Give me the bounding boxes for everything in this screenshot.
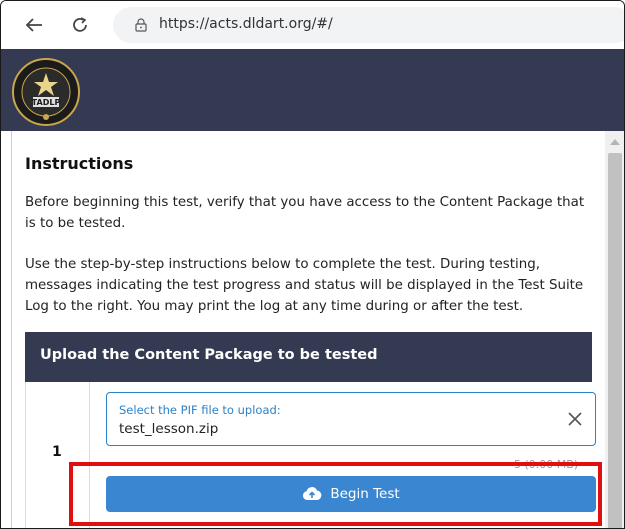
instructions-para-2: Use the step-by-step instructions below … [25,257,584,314]
browser-window: https://acts.dldart.org/#/ TADLP Instruc… [0,0,625,529]
highlight-box [69,462,602,526]
lock-icon [135,17,147,36]
scroll-up-icon[interactable] [610,139,620,145]
tadlp-seal-icon: TADLP [12,58,80,126]
step-number: 1 [52,444,62,460]
vertical-scrollbar[interactable] [605,131,624,528]
reload-button[interactable] [67,12,93,38]
upload-section-header: Upload the Content Package to be tested [25,332,592,382]
svg-text:TADLP: TADLP [32,98,61,107]
address-bar[interactable]: https://acts.dldart.org/#/ [113,7,624,43]
browser-toolbar: https://acts.dldart.org/#/ [1,1,624,49]
url-text: https://acts.dldart.org/#/ [159,16,333,32]
pif-file-input[interactable]: Select the PIF file to upload: test_less… [106,392,596,446]
clear-file-button[interactable] [565,409,585,429]
file-input-label: Select the PIF file to upload: [119,403,281,417]
back-button[interactable] [21,12,47,38]
scroll-thumb[interactable] [608,153,622,528]
site-header: TADLP [1,49,624,131]
instructions-para-1: Before beginning this test, verify that … [25,195,585,231]
close-icon [568,412,582,426]
arrow-left-icon [25,18,42,32]
tadlp-logo[interactable]: TADLP [11,57,81,127]
file-input-value: test_lesson.zip [119,421,219,437]
instructions-heading: Instructions [25,154,134,173]
reload-icon [73,17,87,32]
